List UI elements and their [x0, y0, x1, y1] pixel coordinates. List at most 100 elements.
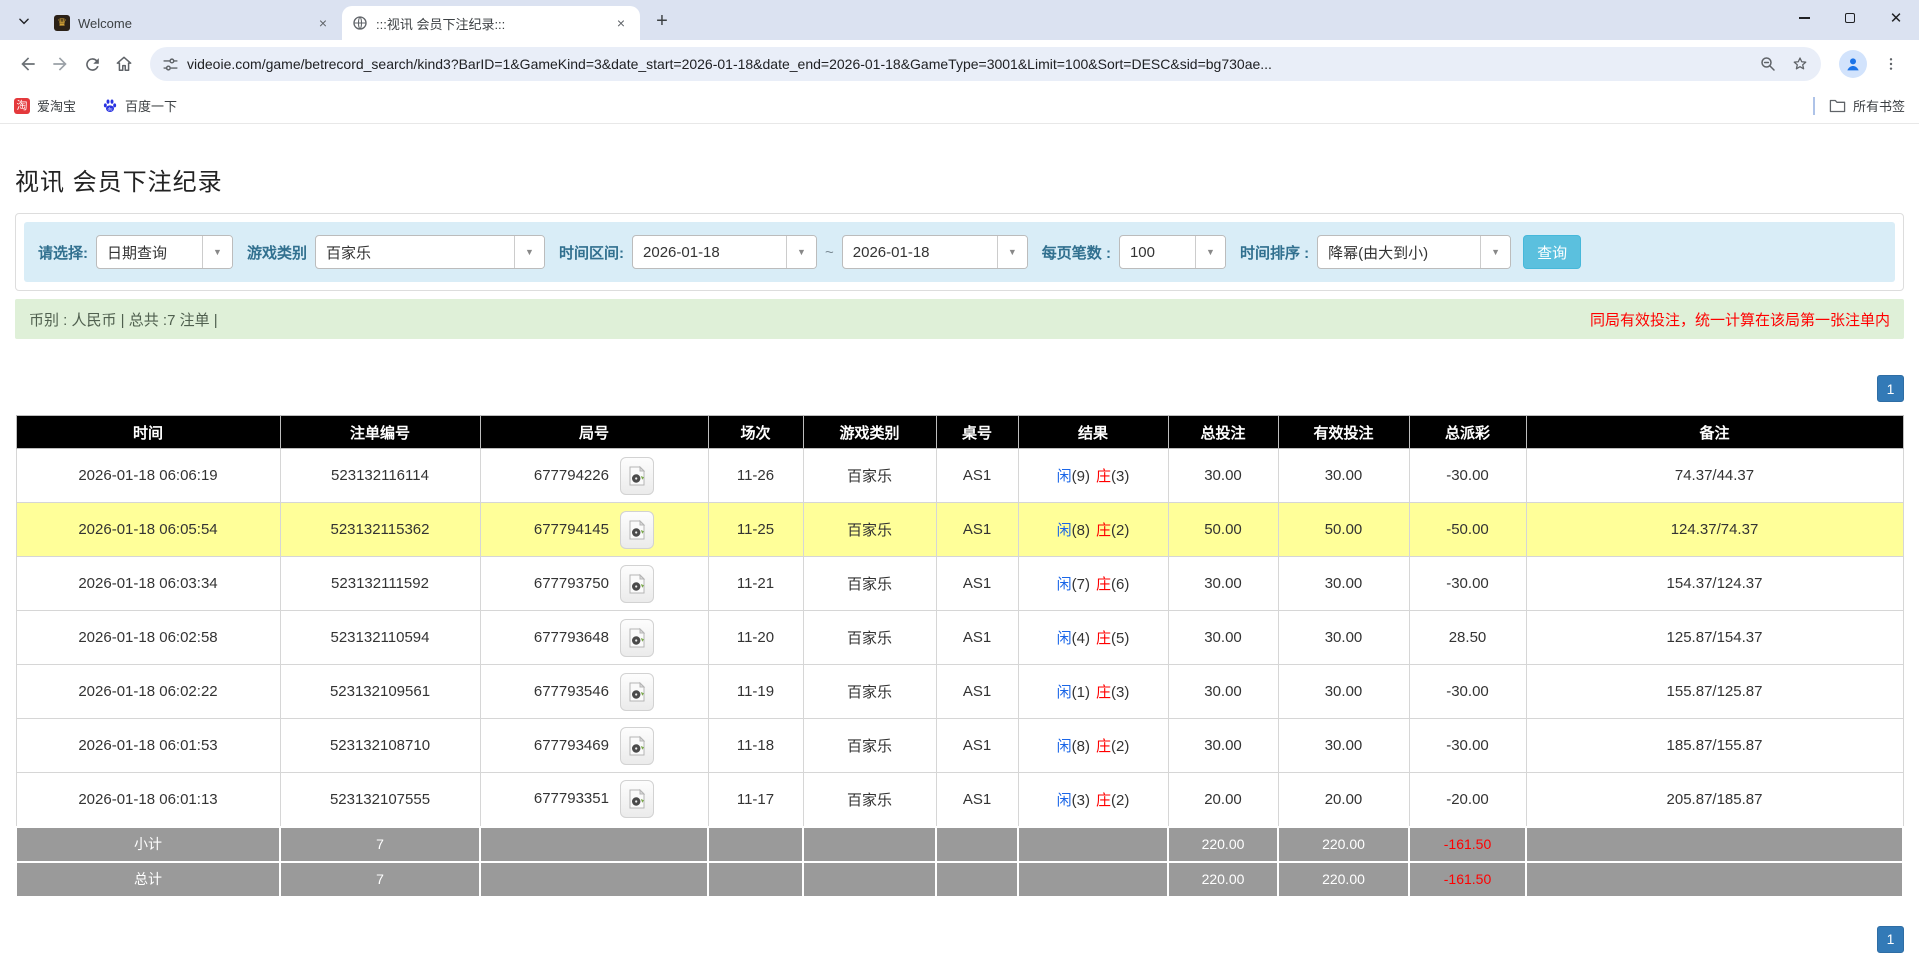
cell-time: 2026-01-18 06:02:58 — [16, 611, 280, 665]
col-note: 备注 — [1526, 416, 1903, 449]
cell-note: 124.37/74.37 — [1526, 503, 1903, 557]
profile-avatar[interactable] — [1839, 50, 1867, 78]
page-button[interactable]: 1 — [1877, 375, 1904, 402]
cell-table: AS1 — [936, 449, 1018, 503]
back-icon[interactable] — [12, 48, 44, 80]
tab-betrecord[interactable]: :::视讯 会员下注纪录::: × — [342, 6, 640, 40]
cell-round: 677793351 — [480, 773, 708, 827]
zoom-icon[interactable] — [1759, 55, 1777, 73]
cell-game: 百家乐 — [803, 503, 936, 557]
cell-table: AS1 — [936, 503, 1018, 557]
bookmark-taobao[interactable]: 淘 爱淘宝 — [14, 96, 76, 115]
cell-bet-id: 523132107555 — [280, 773, 480, 827]
cell-bet-id: 523132109561 — [280, 665, 480, 719]
cell-bet-id: 523132110594 — [280, 611, 480, 665]
folder-icon — [1829, 98, 1846, 113]
cell-payout: 28.50 — [1409, 611, 1526, 665]
search-button[interactable]: 查询 — [1523, 235, 1581, 269]
cell-payout: -30.00 — [1409, 665, 1526, 719]
bookmark-star-icon[interactable] — [1791, 55, 1809, 73]
home-icon[interactable] — [108, 48, 140, 80]
sort-order-select[interactable]: 降幂(由大到小)▼ — [1317, 235, 1511, 269]
col-time: 时间 — [16, 416, 280, 449]
page-size-select[interactable]: 100▼ — [1119, 235, 1226, 269]
cell-game: 百家乐 — [803, 719, 936, 773]
date-end-select[interactable]: 2026-01-18▼ — [842, 235, 1028, 269]
game-kind-select[interactable]: 百家乐▼ — [315, 235, 545, 269]
video-record-icon[interactable] — [620, 619, 654, 657]
close-tab-icon[interactable]: × — [612, 14, 630, 32]
currency-total-text: 币别 : 人民币 | 总共 :7 注单 | — [29, 309, 218, 330]
summary-valid-bet: 220.00 — [1278, 862, 1409, 897]
globe-icon — [352, 15, 368, 31]
close-tab-icon[interactable]: × — [314, 14, 332, 32]
video-record-icon[interactable] — [620, 780, 654, 818]
table-row: 2026-01-18 06:03:34523132111592677793750… — [16, 557, 1903, 611]
table-header: 时间 注单编号 局号 场次 游戏类别 桌号 结果 总投注 有效投注 总派彩 备注 — [16, 416, 1903, 449]
summary-row: 小计7220.00220.00-161.50 — [16, 827, 1903, 862]
cell-table: AS1 — [936, 611, 1018, 665]
col-valid-bet: 有效投注 — [1278, 416, 1409, 449]
video-record-icon[interactable] — [620, 457, 654, 495]
cell-table: AS1 — [936, 665, 1018, 719]
bookmark-baidu[interactable]: du 百度一下 — [102, 96, 177, 115]
cell-session: 11-18 — [708, 719, 803, 773]
reload-icon[interactable] — [76, 48, 108, 80]
forward-icon[interactable] — [44, 48, 76, 80]
filter-bar: 请选择: 日期查询▼ 游戏类别 百家乐▼ 时间区间: 2026-01-18▼ ~… — [24, 222, 1895, 282]
site-settings-icon[interactable] — [162, 56, 179, 73]
tab-search-chevron-icon[interactable] — [10, 7, 38, 35]
browser-toolbar: videoie.com/game/betrecord_search/kind3?… — [0, 40, 1919, 88]
tab-title: Welcome — [78, 16, 314, 31]
video-record-icon[interactable] — [620, 727, 654, 765]
taobao-icon: 淘 — [14, 98, 30, 114]
cell-total-bet: 50.00 — [1168, 503, 1278, 557]
game-site-favicon: ♛ — [54, 15, 70, 31]
page-size-label: 每页笔数 : — [1042, 242, 1111, 263]
cell-note: 125.87/154.37 — [1526, 611, 1903, 665]
cell-total-bet: 30.00 — [1168, 719, 1278, 773]
chevron-down-icon: ▼ — [786, 236, 816, 268]
minimize-button[interactable] — [1781, 0, 1827, 36]
cell-bet-id: 523132116114 — [280, 449, 480, 503]
date-range-label: 时间区间: — [559, 242, 624, 263]
cell-session: 11-26 — [708, 449, 803, 503]
col-result: 结果 — [1018, 416, 1168, 449]
menu-kebab-icon[interactable] — [1875, 48, 1907, 80]
cell-session: 11-20 — [708, 611, 803, 665]
date-start-select[interactable]: 2026-01-18▼ — [632, 235, 817, 269]
cell-total-bet: 30.00 — [1168, 557, 1278, 611]
cell-result: 闲(8)庄(2) — [1018, 503, 1168, 557]
video-record-icon[interactable] — [620, 673, 654, 711]
valid-bet-note: 同局有效投注，统一计算在该局第一张注单内 — [1590, 309, 1890, 330]
cell-valid-bet: 30.00 — [1278, 557, 1409, 611]
cell-result: 闲(7)庄(6) — [1018, 557, 1168, 611]
cell-total-bet: 30.00 — [1168, 665, 1278, 719]
col-payout: 总派彩 — [1409, 416, 1526, 449]
filter-panel: 请选择: 日期查询▼ 游戏类别 百家乐▼ 时间区间: 2026-01-18▼ ~… — [15, 213, 1904, 291]
video-record-icon[interactable] — [620, 511, 654, 549]
table-row: 2026-01-18 06:01:53523132108710677793469… — [16, 719, 1903, 773]
maximize-button[interactable] — [1827, 0, 1873, 36]
bookmark-label: 爱淘宝 — [37, 96, 76, 115]
address-bar[interactable]: videoie.com/game/betrecord_search/kind3?… — [150, 47, 1821, 81]
close-window-button[interactable]: ✕ — [1873, 0, 1919, 36]
video-record-icon[interactable] — [620, 565, 654, 603]
new-tab-button[interactable]: + — [648, 7, 676, 35]
summary-payout: -161.50 — [1409, 862, 1526, 897]
cell-table: AS1 — [936, 773, 1018, 827]
cell-valid-bet: 30.00 — [1278, 665, 1409, 719]
cell-time: 2026-01-18 06:01:53 — [16, 719, 280, 773]
summary-count: 7 — [280, 862, 480, 897]
url-text[interactable]: videoie.com/game/betrecord_search/kind3?… — [187, 56, 1751, 72]
tab-welcome[interactable]: ♛ Welcome × — [44, 6, 342, 40]
page-button[interactable]: 1 — [1877, 926, 1904, 953]
cell-result: 闲(9)庄(3) — [1018, 449, 1168, 503]
cell-result: 闲(3)庄(2) — [1018, 773, 1168, 827]
cell-total-bet: 30.00 — [1168, 611, 1278, 665]
cell-note: 185.87/155.87 — [1526, 719, 1903, 773]
bookmarks-bar: 淘 爱淘宝 du 百度一下 所有书签 — [0, 88, 1919, 124]
all-bookmarks[interactable]: 所有书签 — [1829, 96, 1905, 115]
query-type-select[interactable]: 日期查询▼ — [96, 235, 233, 269]
cell-result: 闲(8)庄(2) — [1018, 719, 1168, 773]
